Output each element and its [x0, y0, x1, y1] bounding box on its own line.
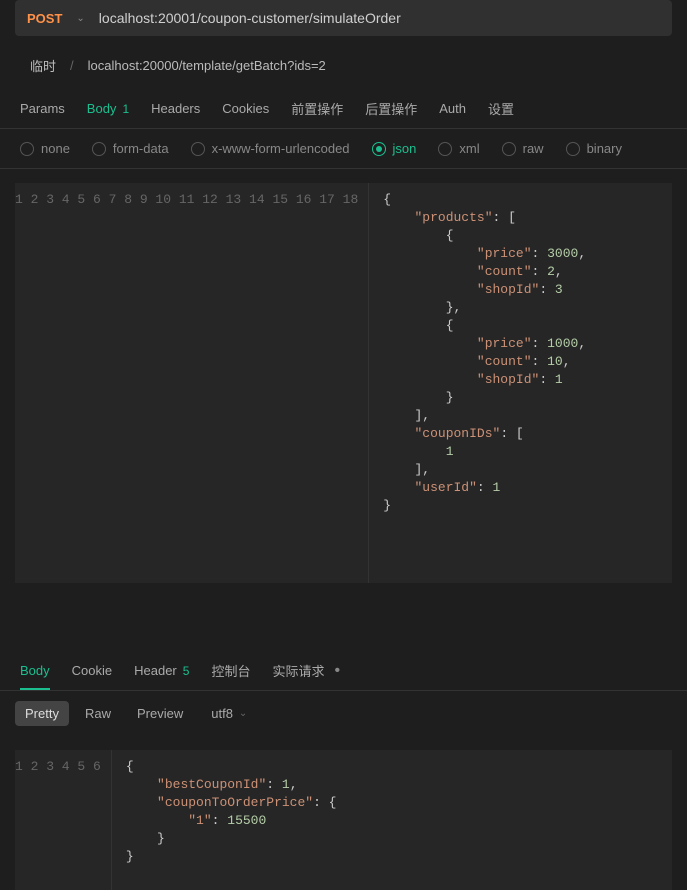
tab-headers[interactable]: Headers: [151, 93, 200, 126]
response-tab-header-label: Header: [134, 663, 177, 678]
response-tab-cookie[interactable]: Cookie: [72, 653, 112, 688]
response-tab-header[interactable]: Header 5: [134, 653, 189, 688]
radio-urlencoded-label: x-www-form-urlencoded: [212, 141, 350, 156]
radio-icon: [566, 142, 580, 156]
response-tab-actual-label: 实际请求: [272, 661, 324, 680]
radio-raw[interactable]: raw: [502, 141, 544, 156]
radio-raw-label: raw: [523, 141, 544, 156]
chevron-down-icon: ⌄: [239, 708, 247, 719]
radio-xml[interactable]: xml: [438, 141, 479, 156]
radio-icon: [20, 142, 34, 156]
radio-none[interactable]: none: [20, 141, 70, 156]
url-input[interactable]: localhost:20001/coupon-customer/simulate…: [99, 10, 401, 26]
view-raw-button[interactable]: Raw: [75, 701, 121, 726]
tab-post-request[interactable]: 后置操作: [365, 91, 417, 128]
breadcrumb: 临时 / localhost:20000/template/getBatch?i…: [0, 46, 687, 91]
response-tabs: Body Cookie Header 5 控制台 实际请求 •: [0, 651, 687, 691]
radio-binary[interactable]: binary: [566, 141, 622, 156]
breadcrumb-separator: /: [70, 58, 74, 73]
request-tabs: Params Body 1 Headers Cookies 前置操作 后置操作 …: [0, 91, 687, 129]
response-body-viewer[interactable]: 1 2 3 4 5 6 { "bestCouponId": 1, "coupon…: [15, 750, 672, 890]
line-gutter: 1 2 3 4 5 6: [15, 750, 112, 890]
http-method-select[interactable]: POST: [27, 11, 62, 26]
radio-icon: [372, 142, 386, 156]
radio-icon: [438, 142, 452, 156]
radio-form-data-label: form-data: [113, 141, 169, 156]
tab-auth[interactable]: Auth: [439, 93, 466, 126]
view-preview-button[interactable]: Preview: [127, 701, 193, 726]
body-type-radios: none form-data x-www-form-urlencoded jso…: [0, 129, 687, 169]
radio-json-label: json: [393, 141, 417, 156]
radio-binary-label: binary: [587, 141, 622, 156]
response-toolbar: Pretty Raw Preview utf8 ⌄: [0, 691, 687, 736]
radio-none-label: none: [41, 141, 70, 156]
tab-body[interactable]: Body 1: [87, 93, 129, 126]
breadcrumb-folder[interactable]: 临时: [30, 56, 56, 75]
tab-pre-request[interactable]: 前置操作: [291, 91, 343, 128]
tab-body-count: 1: [122, 102, 129, 116]
radio-icon: [92, 142, 106, 156]
chevron-down-icon[interactable]: ⌄: [76, 13, 84, 24]
tab-params[interactable]: Params: [20, 93, 65, 126]
tab-body-label: Body: [87, 101, 117, 116]
response-tab-console[interactable]: 控制台: [211, 651, 250, 690]
radio-form-data[interactable]: form-data: [92, 141, 169, 156]
request-url-bar: POST ⌄ localhost:20001/coupon-customer/s…: [15, 0, 672, 36]
code-content: { "bestCouponId": 1, "couponToOrderPrice…: [112, 750, 672, 890]
breadcrumb-path[interactable]: localhost:20000/template/getBatch?ids=2: [88, 58, 326, 73]
tab-settings[interactable]: 设置: [488, 91, 514, 128]
request-body-editor[interactable]: 1 2 3 4 5 6 7 8 9 10 11 12 13 14 15 16 1…: [15, 183, 672, 583]
response-tab-header-count: 5: [183, 664, 190, 678]
radio-xml-label: xml: [459, 141, 479, 156]
radio-icon: [502, 142, 516, 156]
view-pretty-button[interactable]: Pretty: [15, 701, 69, 726]
radio-icon: [191, 142, 205, 156]
encoding-select[interactable]: utf8 ⌄: [211, 706, 247, 721]
code-content[interactable]: { "products": [ { "price": 3000, "count"…: [369, 183, 672, 583]
response-tab-body[interactable]: Body: [20, 653, 50, 690]
radio-json[interactable]: json: [372, 141, 417, 156]
tab-cookies[interactable]: Cookies: [222, 93, 269, 126]
encoding-label: utf8: [211, 706, 233, 721]
response-tab-actual-request[interactable]: 实际请求 •: [272, 651, 340, 690]
radio-urlencoded[interactable]: x-www-form-urlencoded: [191, 141, 350, 156]
line-gutter: 1 2 3 4 5 6 7 8 9 10 11 12 13 14 15 16 1…: [15, 183, 369, 583]
